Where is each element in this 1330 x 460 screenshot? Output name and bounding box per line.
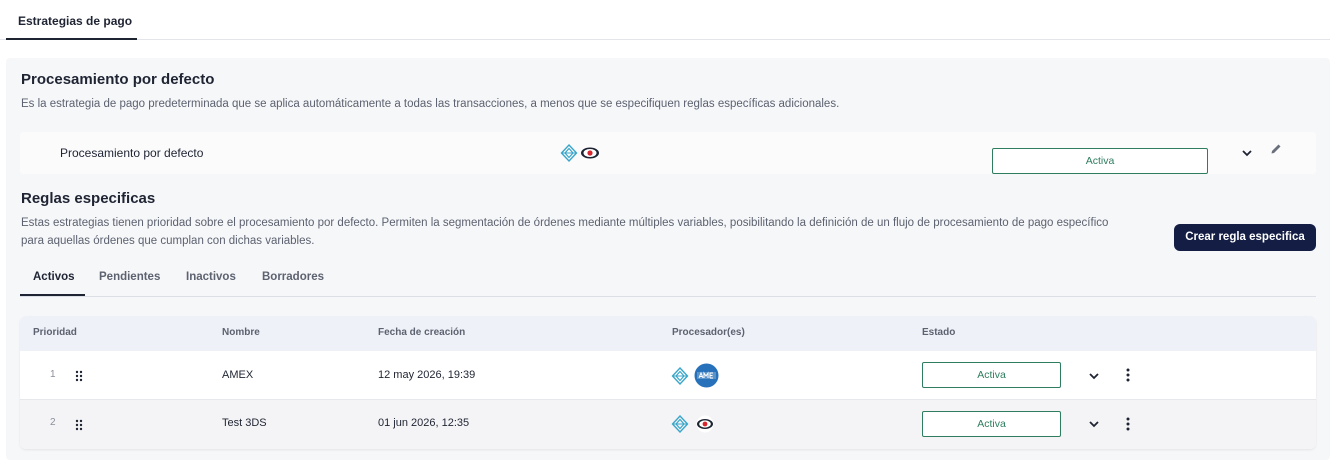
kushki-icon	[560, 144, 578, 162]
default-strategy-processors	[560, 144, 600, 162]
more-options-icon[interactable]	[1126, 417, 1130, 436]
active-tab-indicator	[20, 294, 85, 296]
header-priority: Prioridad	[33, 327, 77, 338]
tab-pendientes[interactable]: Pendientes	[99, 271, 160, 283]
chevron-down-icon[interactable]	[1240, 146, 1254, 165]
edit-pencil-icon[interactable]	[1269, 142, 1283, 161]
banorte-icon	[580, 146, 600, 160]
rules-tab-bar: Activos Pendientes Inactivos Borradores	[20, 262, 1316, 297]
tab-estrategias-de-pago[interactable]: Estrategias de pago	[6, 0, 137, 40]
rules-description-line2: para aquellas órdenes que cumplan con di…	[21, 235, 315, 247]
tab-borradores[interactable]: Borradores	[262, 271, 324, 283]
tab-inactivos[interactable]: Inactivos	[186, 271, 236, 283]
drag-handle-icon[interactable]	[75, 418, 83, 436]
default-section-title: Procesamiento por defecto	[21, 71, 215, 88]
table-header: Prioridad Nombre Fecha de creación Proce…	[20, 316, 1316, 351]
amex-icon	[694, 363, 719, 388]
row-status-badge[interactable]: Activa	[922, 411, 1061, 437]
header-processors: Procesador(es)	[672, 327, 745, 338]
kushki-icon	[671, 366, 689, 385]
header-name: Nombre	[222, 327, 260, 338]
row-name: AMEX	[222, 369, 254, 381]
row-status-badge[interactable]: Activa	[922, 362, 1061, 388]
header-status: Estado	[922, 327, 956, 338]
row-priority: 1	[50, 369, 56, 380]
default-status-badge[interactable]: Activa	[992, 148, 1208, 174]
top-tab-bar: Estrategias de pago	[0, 0, 1330, 40]
default-strategy-label: Procesamiento por defecto	[60, 146, 204, 160]
header-created: Fecha de creación	[378, 327, 466, 338]
rules-table: Prioridad Nombre Fecha de creación Proce…	[20, 316, 1316, 449]
chevron-down-icon[interactable]	[1087, 369, 1101, 388]
more-options-icon[interactable]	[1126, 368, 1130, 387]
chevron-down-icon[interactable]	[1087, 417, 1101, 436]
rules-section-title: Reglas especificas	[21, 190, 156, 207]
banorte-icon	[694, 415, 716, 433]
row-processors	[671, 415, 716, 433]
default-section-description: Es la estrategia de pago predeterminada …	[21, 98, 840, 110]
row-created: 01 jun 2026, 12:35	[378, 417, 470, 429]
rules-description-line1: Estas estrategias tienen prioridad sobre…	[21, 217, 1109, 229]
row-processors	[671, 363, 719, 388]
row-name: Test 3DS	[222, 417, 267, 429]
drag-handle-icon[interactable]	[75, 369, 83, 387]
tab-activos[interactable]: Activos	[33, 271, 75, 283]
row-created: 12 may 2026, 19:39	[378, 369, 476, 381]
kushki-icon	[671, 415, 689, 433]
table-row[interactable]: 2 Test 3DS 01 jun 2026, 12:35 Activa	[20, 400, 1316, 449]
row-priority: 2	[50, 417, 56, 428]
create-rule-button[interactable]: Crear regla especifica	[1174, 224, 1316, 251]
table-row[interactable]: 1 AMEX 12 may 2026, 19:39 Activa	[20, 351, 1316, 400]
